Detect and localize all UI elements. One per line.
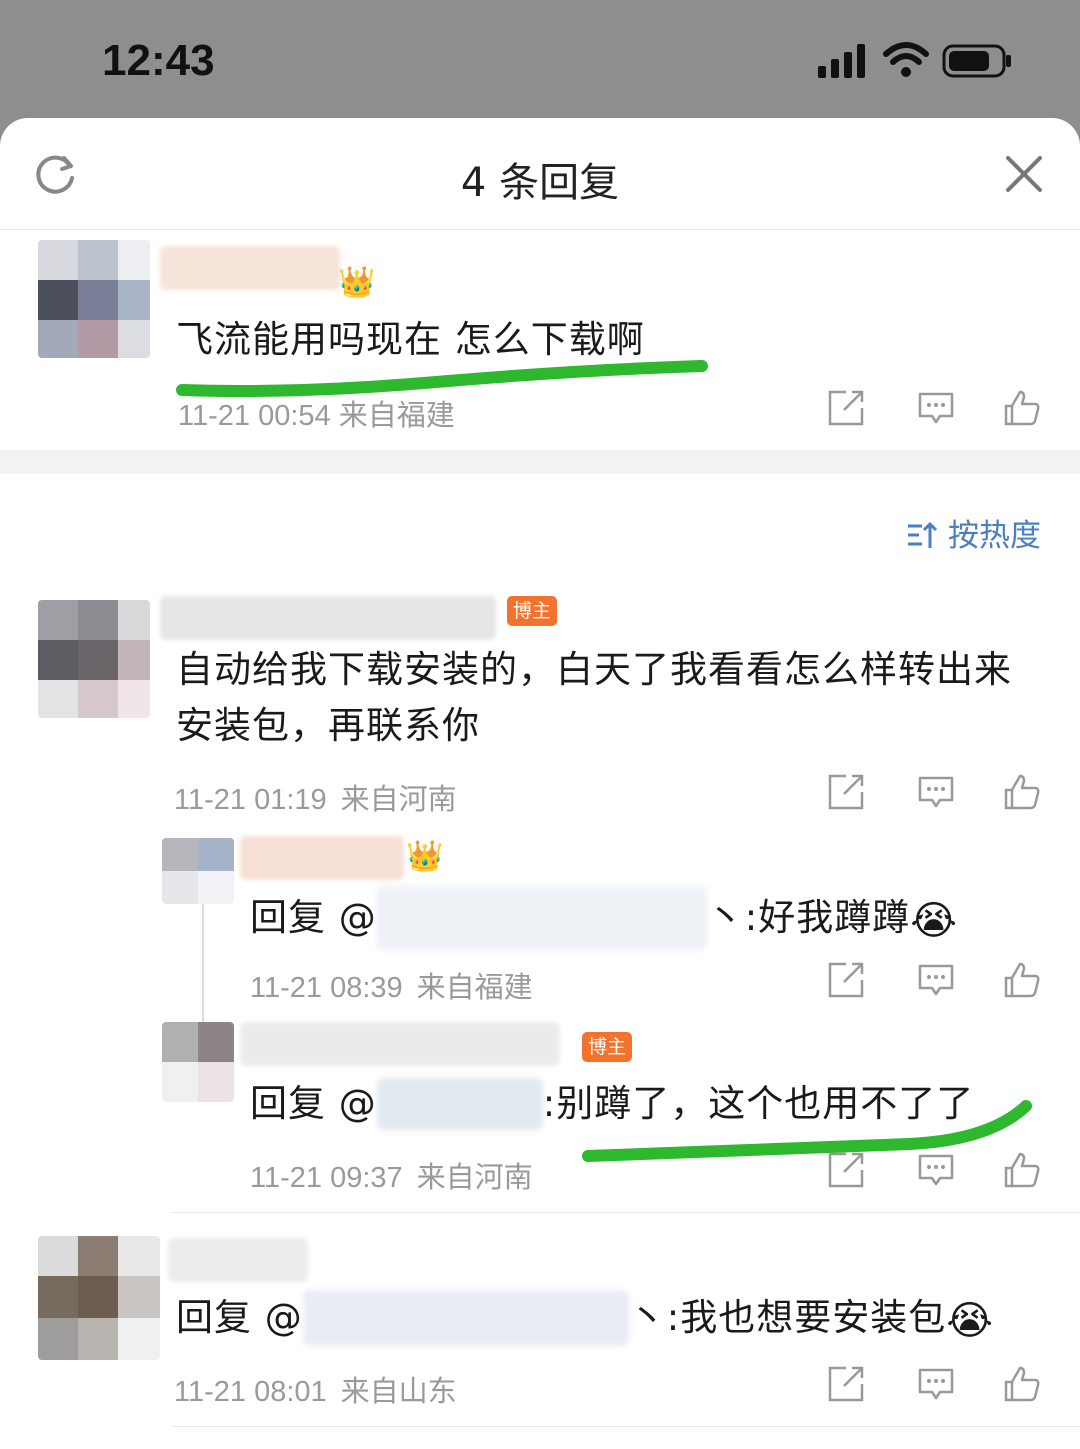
wifi-icon (883, 42, 929, 77)
username[interactable] (160, 246, 340, 290)
reply-time: 11-21 09:37 (250, 1162, 403, 1194)
sort-icon (908, 521, 938, 548)
like-icon[interactable] (1002, 772, 1042, 812)
reply-actions (826, 960, 1046, 1004)
signal-icon (818, 44, 865, 78)
share-icon[interactable] (826, 772, 866, 812)
sort-button[interactable]: 按热度 (906, 510, 1041, 555)
replies-sheet: 4 条回复 👑 飞流能用吗现在 怎么下载啊 11-21 00:54 来自福建 按… (0, 118, 1080, 1449)
reply-text: 回复 @ 丶:好我蹲蹲😭 (250, 886, 958, 950)
reply-location: 来自山东 (340, 1376, 457, 1408)
comment-icon[interactable] (916, 772, 956, 812)
cry-emoji: 😭 (946, 1298, 994, 1344)
reply-actions (826, 1364, 1046, 1408)
reply-text: 回复 @ 丶:我也想要安装包😭 (176, 1290, 994, 1349)
like-icon[interactable] (1002, 960, 1042, 1000)
avatar[interactable] (38, 1236, 160, 1360)
reply-meta: 11-21 08:01 来自山东 (174, 1368, 457, 1410)
mention-mask[interactable] (376, 1078, 543, 1130)
reply-suffix: 丶:好我蹲蹲 (706, 896, 911, 939)
comment-icon[interactable] (916, 388, 956, 428)
blogger-badge: 博主 (507, 596, 558, 626)
comment-actions (826, 388, 1046, 432)
like-icon[interactable] (1002, 388, 1042, 428)
username[interactable] (168, 1238, 308, 1282)
mention-mask[interactable] (376, 886, 707, 950)
like-icon[interactable] (1002, 1150, 1042, 1190)
reply-location: 来自河南 (416, 1162, 533, 1194)
reply-time: 11-21 08:01 (174, 1376, 327, 1408)
sheet-header: 4 条回复 (0, 118, 1080, 230)
reply-prefix: 回复 @ (176, 1296, 303, 1339)
share-icon[interactable] (826, 388, 866, 428)
reply-time: 11-21 08:39 (250, 972, 403, 1004)
crown-icon: 👑 (406, 839, 444, 874)
status-bar: 12:43 (0, 0, 1080, 120)
mention-mask[interactable] (302, 1290, 629, 1346)
reply-prefix: 回复 @ (250, 1082, 377, 1125)
reply-location: 来自福建 (416, 972, 533, 1004)
reply-suffix: 丶:我也想要安装包 (628, 1296, 947, 1339)
avatar[interactable] (38, 240, 150, 358)
reply-text-line1: 自动给我下载安装的，白天了我看看怎么样转出来 (176, 648, 1012, 691)
status-time: 12:43 (102, 36, 215, 85)
reply-text-line2: 安装包，再联系你 (176, 704, 480, 747)
reply-prefix: 回复 @ (250, 896, 377, 939)
username[interactable] (240, 1022, 560, 1066)
reply-suffix: :别蹲了，这个也用不了了 (542, 1082, 975, 1125)
page-title: 4 条回复 (460, 160, 620, 206)
avatar[interactable] (162, 838, 234, 904)
reply-actions (826, 1150, 1046, 1194)
section-separator (0, 450, 1080, 474)
reply-meta: 11-21 09:37 来自河南 (250, 1154, 533, 1196)
comment-icon[interactable] (916, 960, 956, 1000)
avatar[interactable] (162, 1022, 234, 1102)
username[interactable] (240, 836, 404, 880)
share-icon[interactable] (826, 1150, 866, 1190)
share-icon[interactable] (826, 1364, 866, 1404)
blogger-badge: 博主 (582, 1032, 633, 1062)
reply-time: 11-21 01:19 (174, 784, 327, 816)
reply-meta: 11-21 08:39 来自福建 (250, 964, 533, 1006)
reply-location: 来自河南 (340, 784, 457, 816)
like-icon[interactable] (1002, 1364, 1042, 1404)
avatar[interactable] (38, 600, 150, 718)
divider (172, 1426, 1080, 1427)
share-icon[interactable] (826, 960, 866, 1000)
thread-line (202, 888, 204, 1024)
comment-text: 飞流能用吗现在 怎么下载啊 (176, 318, 645, 361)
reply-text: 回复 @ :别蹲了，这个也用不了了 (250, 1076, 974, 1132)
comment-icon[interactable] (916, 1364, 956, 1404)
battery-icon (942, 44, 1011, 78)
comment-meta: 11-21 00:54 来自福建 (178, 400, 455, 432)
crown-icon: 👑 (338, 265, 376, 300)
reply-actions (826, 772, 1046, 816)
comment-icon[interactable] (916, 1150, 956, 1190)
sort-label: 按热度 (948, 518, 1041, 554)
divider (172, 1212, 1080, 1213)
cry-emoji: 😭 (910, 898, 958, 944)
username[interactable] (160, 596, 496, 640)
reply-meta: 11-21 01:19 来自河南 (174, 776, 457, 818)
close-icon[interactable] (1004, 154, 1044, 194)
